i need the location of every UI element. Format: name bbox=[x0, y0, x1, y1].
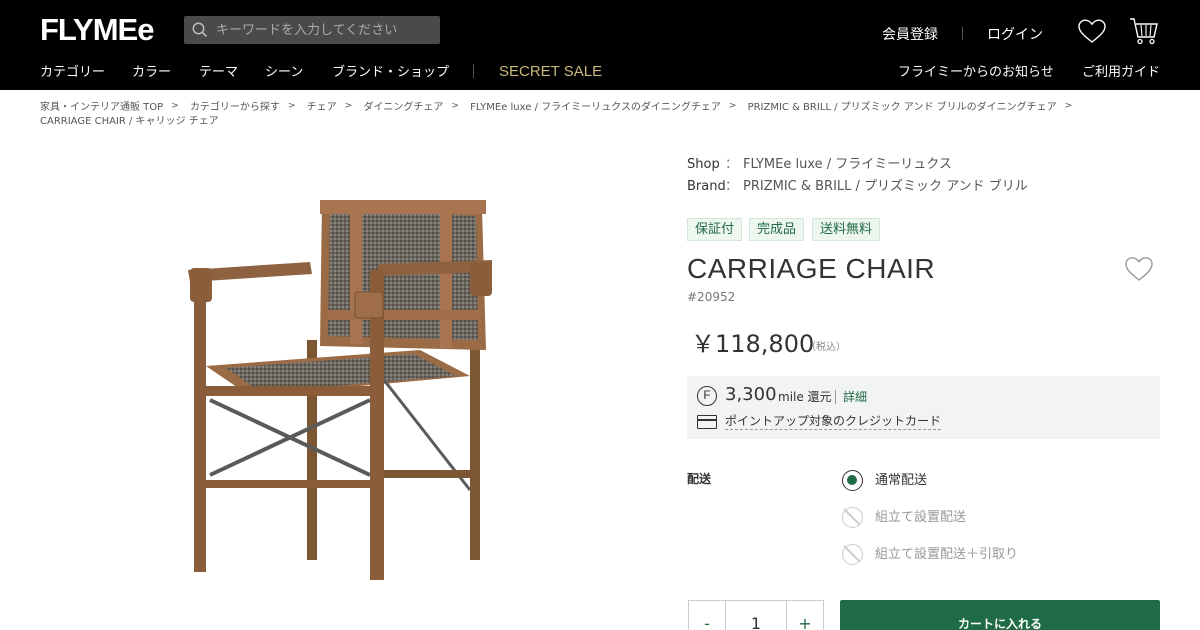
nav-divider bbox=[473, 64, 474, 78]
radio-disabled-icon bbox=[842, 507, 863, 528]
favorite-heart-icon[interactable] bbox=[1124, 254, 1154, 284]
add-to-cart-button[interactable]: カートに入れる bbox=[840, 600, 1160, 630]
flymee-logo[interactable]: FLYMEe bbox=[40, 12, 154, 48]
tax-note: （税込） bbox=[806, 342, 846, 353]
mile-detail-link[interactable]: 詳細 bbox=[843, 390, 867, 404]
product-price: ￥118,800 bbox=[691, 330, 815, 358]
credit-card-link[interactable]: ポイントアップ対象のクレジットカード bbox=[725, 414, 942, 430]
shipping-option-label: 組立て設置配送＋引取り bbox=[875, 547, 1019, 562]
breadcrumb-dining-chair[interactable]: ダイニングチェア bbox=[363, 102, 443, 113]
shop-link[interactable]: FLYMEe luxe / フライミーリュクス bbox=[743, 157, 952, 172]
search-input[interactable] bbox=[216, 16, 436, 44]
mile-reward-box: F 3,300 mile 還元 詳細 ポイントアップ対象のクレジットカード bbox=[687, 376, 1160, 439]
nav-secret-sale[interactable]: SECRET SALE bbox=[499, 63, 602, 81]
shipping-option-assembly: 組立て設置配送 bbox=[842, 507, 1142, 529]
search-icon[interactable] bbox=[192, 22, 208, 38]
breadcrumb-top[interactable]: 家具・インテリア通販 TOP bbox=[40, 102, 163, 113]
radio-selected-icon[interactable] bbox=[842, 470, 863, 491]
breadcrumb-chair[interactable]: チェア bbox=[307, 102, 337, 113]
breadcrumb: 家具・インテリア通販 TOP > カテゴリーから探す > チェア > ダイニングチェア… bbox=[40, 101, 1160, 128]
nav-brand-shop[interactable]: ブランド・ショップ bbox=[332, 64, 449, 81]
meta-colon: ： bbox=[725, 157, 739, 172]
breadcrumb-category[interactable]: カテゴリーから探す bbox=[190, 102, 280, 113]
nav-color[interactable]: カラー bbox=[132, 64, 171, 81]
shop-key: Shop bbox=[687, 157, 720, 172]
breadcrumb-separator: > bbox=[451, 101, 459, 111]
brand-key: Brand bbox=[687, 179, 726, 194]
quantity-stepper: - + bbox=[688, 600, 824, 630]
breadcrumb-separator: > bbox=[728, 101, 737, 111]
shop-row: Shop ： FLYMEe luxe / フライミーリュクス bbox=[687, 156, 952, 173]
shipping-label: 配送 bbox=[687, 472, 712, 486]
shipping-option-assembly-pickup: 組立て設置配送＋引取り bbox=[842, 544, 1142, 566]
breadcrumb-separator: > bbox=[287, 101, 296, 111]
register-link[interactable]: 会員登録 bbox=[882, 26, 938, 44]
nav-category[interactable]: カテゴリー bbox=[40, 64, 105, 81]
flymee-mile-icon: F bbox=[697, 386, 717, 406]
nav-news[interactable]: フライミーからのお知らせ bbox=[898, 64, 1054, 81]
favorites-heart-icon[interactable] bbox=[1078, 19, 1106, 44]
brand-link[interactable]: PRIZMIC & BRILL / プリズミック アンド ブリル bbox=[743, 179, 1028, 194]
meta-colon: ： bbox=[725, 179, 739, 194]
breadcrumb-brand-dining-chair[interactable]: PRIZMIC & BRILL / プリズミック アンド ブリルのダイニングチェ… bbox=[748, 102, 1057, 113]
tag-free-shipping: 送料無料 bbox=[812, 218, 881, 241]
credit-card-icon bbox=[697, 415, 717, 429]
shipping-option-label: 組立て設置配送 bbox=[875, 510, 967, 525]
quantity-increase-button[interactable]: + bbox=[786, 601, 823, 630]
breadcrumb-separator: > bbox=[344, 101, 353, 111]
nav-guide[interactable]: ご利用ガイド bbox=[1082, 64, 1160, 81]
product-sku: #20952 bbox=[687, 290, 736, 304]
quantity-decrease-button[interactable]: - bbox=[689, 601, 726, 630]
login-link[interactable]: ログイン bbox=[987, 26, 1043, 44]
mile-divider bbox=[835, 390, 836, 404]
shipping-option-standard[interactable]: 通常配送 bbox=[842, 470, 1142, 492]
breadcrumb-separator: > bbox=[1064, 101, 1073, 111]
site-header: FLYMEe 会員登録 ログイン カテゴリー カラー テーマ シーン ブランド・… bbox=[0, 0, 1200, 90]
search-box[interactable] bbox=[184, 16, 440, 44]
breadcrumb-shop-dining-chair[interactable]: FLYMEe luxe / フライミーリュクスのダイニングチェア bbox=[470, 102, 721, 113]
product-image[interactable] bbox=[170, 190, 510, 590]
cart-icon[interactable] bbox=[1129, 17, 1159, 45]
product-title: CARRIAGE CHAIR bbox=[687, 253, 936, 284]
brand-row: Brand： PRIZMIC & BRILL / プリズミック アンド ブリル bbox=[687, 178, 1028, 195]
nav-scene[interactable]: シーン bbox=[265, 64, 303, 81]
quantity-input[interactable] bbox=[726, 601, 786, 630]
shipping-option-label: 通常配送 bbox=[875, 473, 928, 488]
mile-unit: mile 還元 bbox=[778, 390, 832, 404]
mile-value: 3,300 bbox=[725, 384, 777, 405]
radio-disabled-icon bbox=[842, 544, 863, 565]
breadcrumb-separator: > bbox=[171, 101, 179, 111]
breadcrumb-current: CARRIAGE CHAIR / キャリッジ チェア bbox=[40, 116, 219, 127]
header-divider bbox=[962, 27, 963, 40]
tag-assembled: 完成品 bbox=[749, 218, 805, 241]
tag-warranty: 保証付 bbox=[687, 218, 743, 241]
nav-theme[interactable]: テーマ bbox=[199, 64, 238, 81]
